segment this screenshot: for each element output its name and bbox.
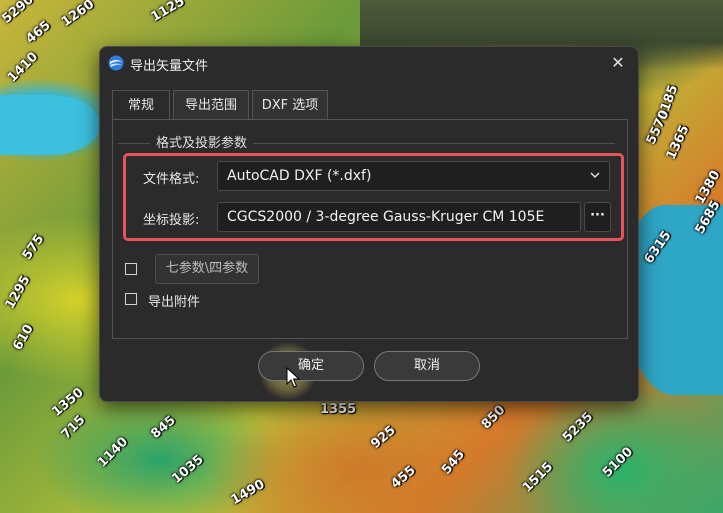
contour-elevation-label: 5570 [643, 107, 673, 148]
projection-label: 坐标投影: [143, 213, 200, 228]
contour-elevation-label: 1365 [663, 122, 693, 163]
cancel-label: 取消 [413, 358, 440, 373]
contour-elevation-label: 1350 [49, 385, 87, 420]
export-attachments-label[interactable]: 导出附件 [148, 291, 200, 310]
contour-elevation-label: 455 [388, 463, 419, 492]
contour-elevation-label: 545 [439, 447, 469, 478]
ok-label: 确定 [297, 358, 324, 373]
group-title: 格式及投影参数 [150, 132, 254, 151]
contour-elevation-label: 1260 [58, 0, 98, 31]
cancel-button[interactable]: 取消 [374, 351, 480, 381]
projection-value: CGCS2000 / 3-degree Gauss-Kruger CM 105E [227, 209, 545, 225]
file-format-label: 文件格式: [143, 172, 200, 187]
contour-elevation-label: 1140 [94, 434, 132, 471]
export-vector-dialog: 导出矢量文件 ✕ 常规 导出范围 DXF 选项 格式及投影参数 文件格式: Au… [99, 46, 639, 402]
river-water [0, 95, 100, 155]
contour-elevation-label: 5235 [559, 409, 597, 446]
seven-params-button[interactable]: 七参数\四参数 [155, 254, 259, 284]
contour-elevation-label: 5100 [599, 444, 637, 481]
tab-dxf-options[interactable]: DXF 选项 [252, 90, 328, 120]
ellipsis-icon: ··· [590, 208, 605, 223]
dialog-title: 导出矢量文件 [130, 59, 209, 74]
tab-export-range[interactable]: 导出范围 [173, 90, 249, 120]
tab-general[interactable]: 常规 [112, 90, 170, 120]
contour-elevation-label: 575 [19, 232, 48, 263]
projection-field[interactable]: CGCS2000 / 3-degree Gauss-Kruger CM 105E [217, 202, 581, 232]
seven-params-label: 七参数\四参数 [165, 261, 249, 276]
tab-label: 常规 [127, 98, 154, 113]
contour-elevation-label: 1410 [4, 49, 42, 86]
file-format-value: AutoCAD DXF (*.dxf) [227, 168, 372, 184]
contour-elevation-label: 850 [478, 402, 509, 433]
contour-elevation-label: 465 [23, 18, 54, 47]
contour-elevation-label: 1295 [2, 273, 34, 312]
contour-elevation-label: 845 [148, 413, 179, 442]
contour-elevation-label: 715 [58, 412, 89, 443]
ok-button[interactable]: 确定 [258, 351, 364, 381]
dialog-titlebar[interactable]: 导出矢量文件 ✕ [100, 47, 638, 79]
tab-label: DXF 选项 [261, 98, 319, 113]
export-attachments-checkbox[interactable] [125, 293, 137, 305]
contour-elevation-label: 925 [368, 423, 399, 452]
mouse-cursor-icon [286, 367, 300, 388]
contour-elevation-label: 1035 [169, 452, 207, 487]
chevron-down-icon [589, 162, 601, 201]
contour-elevation-label: 1515 [519, 459, 557, 496]
contour-elevation-label: 1490 [228, 476, 268, 509]
contour-elevation-label: 1380 [692, 168, 723, 207]
contour-elevation-label: 610 [10, 321, 37, 354]
projection-browse-button[interactable]: ··· [584, 202, 611, 232]
lake-water [625, 205, 723, 395]
contour-elevation-label: 1125 [148, 0, 188, 26]
seven-params-checkbox[interactable] [125, 263, 137, 275]
tab-label: 导出范围 [184, 98, 237, 113]
app-logo-icon [108, 55, 124, 71]
file-format-select[interactable]: AutoCAD DXF (*.dxf) [217, 161, 610, 191]
close-icon[interactable]: ✕ [608, 53, 628, 73]
contour-elevation-label: 5290 [0, 0, 37, 27]
contour-elevation-label: 1355 [320, 402, 357, 417]
